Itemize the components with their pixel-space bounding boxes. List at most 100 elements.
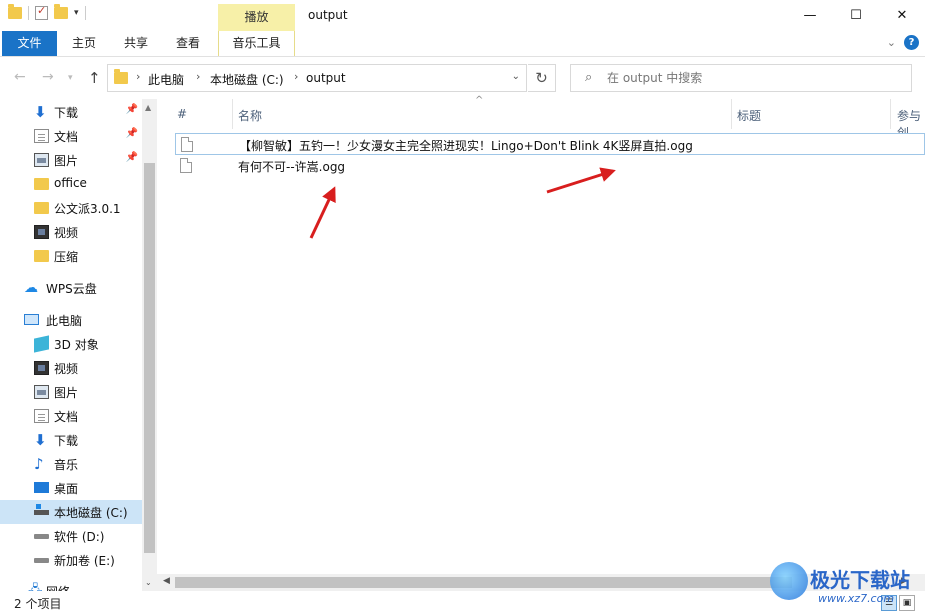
sidebar-scrollbar[interactable]: ▲ ⌄: [142, 99, 157, 591]
sidebar-item-label: 下载: [54, 106, 79, 120]
desktop-icon: [34, 482, 49, 493]
sidebar-item-label: 文档: [54, 410, 79, 424]
tab-share[interactable]: 共享: [114, 31, 158, 56]
sidebar-item-documents-pinned[interactable]: 文档 📌: [0, 124, 142, 148]
sidebar-item-network[interactable]: 🖧 网络: [0, 579, 142, 592]
toolbar-divider: [84, 6, 86, 20]
breadcrumb-local-disk-c[interactable]: 本地磁盘 (C:): [210, 71, 284, 88]
sidebar-item-label: 视频: [54, 226, 79, 240]
tab-music-tools[interactable]: 音乐工具: [218, 31, 295, 56]
sidebar-item-label: 3D 对象: [54, 338, 99, 352]
sidebar-item-3d-objects[interactable]: 3D 对象: [0, 332, 142, 356]
scroll-down-icon[interactable]: ⌄: [145, 578, 152, 587]
folder-icon: [34, 202, 49, 214]
context-tab-play: 播放: [218, 4, 295, 31]
search-box[interactable]: ⌕: [570, 64, 912, 92]
scrollbar-thumb[interactable]: [175, 577, 792, 588]
tab-view[interactable]: 查看: [166, 31, 210, 56]
sidebar-item-wps-cloud[interactable]: ☁ WPS云盘: [0, 276, 142, 300]
recent-locations-icon[interactable]: ▾: [68, 73, 73, 83]
sidebar-item-drive-d[interactable]: 软件 (D:): [0, 524, 142, 548]
sidebar-item-videos[interactable]: 视频: [0, 356, 142, 380]
sidebar-item-pictures-pinned[interactable]: 图片 📌: [0, 148, 142, 172]
navigation-bar: ← → ▾ ↑ › 此电脑 › 本地磁盘 (C:) › output ⌄ ↻ ⌕: [0, 57, 925, 99]
computer-icon: [24, 314, 39, 325]
folder-icon: [8, 4, 22, 19]
watermark: 极光下载站 www.xz7.com: [770, 560, 920, 610]
sidebar-item-label: 公文派3.0.1: [54, 202, 121, 216]
search-input[interactable]: [607, 70, 897, 86]
video-icon: [34, 361, 49, 375]
sidebar-item-office[interactable]: office: [0, 172, 142, 196]
sidebar-item-label: 桌面: [54, 482, 79, 496]
file-list-pane: # ^ 名称 标题 参与创 【柳智敏】五钓一！少女漫女主完全照进现实！Lingo…: [157, 95, 925, 591]
scroll-left-icon[interactable]: ◀: [163, 576, 170, 586]
cloud-icon: ☁: [24, 280, 38, 296]
picture-icon: [34, 385, 49, 399]
window-title: output: [308, 8, 348, 22]
breadcrumb-separator-icon[interactable]: ›: [196, 70, 200, 83]
sidebar-item-drive-e[interactable]: 新加卷 (E:): [0, 548, 142, 572]
picture-icon: [34, 153, 49, 167]
watermark-text: 极光下载站: [810, 568, 910, 592]
sidebar-item-label: 音乐: [54, 458, 79, 472]
properties-icon[interactable]: [35, 4, 48, 20]
tab-file[interactable]: 文件: [2, 31, 57, 56]
title-bar: ▾ 播放 output — ☐ ✕: [0, 0, 925, 31]
new-folder-icon[interactable]: [54, 4, 68, 19]
sidebar-item-music[interactable]: ♪ 音乐: [0, 452, 142, 476]
address-bar[interactable]: › 此电脑 › 本地磁盘 (C:) › output ⌄: [107, 64, 527, 92]
close-button[interactable]: ✕: [879, 0, 925, 31]
folder-icon: [34, 250, 49, 262]
breadcrumb-separator-icon[interactable]: ›: [136, 70, 140, 83]
sidebar-item-desktop[interactable]: 桌面: [0, 476, 142, 500]
sidebar-item-this-pc[interactable]: 此电脑: [0, 308, 142, 332]
folder-icon: [34, 178, 49, 190]
watermark-url: www.xz7.com: [818, 592, 895, 605]
sidebar-item-label: office: [54, 176, 87, 190]
sidebar-item-downloads-pinned[interactable]: ⬇ 下载 📌: [0, 100, 142, 124]
download-icon: ⬇: [34, 431, 47, 449]
watermark-logo-icon: [770, 562, 808, 600]
sidebar-item-gongwenpai[interactable]: 公文派3.0.1: [0, 196, 142, 220]
folder-icon: [114, 69, 128, 84]
maximize-button[interactable]: ☐: [833, 0, 879, 31]
document-icon: [34, 129, 49, 143]
tab-home[interactable]: 主页: [62, 31, 106, 56]
sidebar-item-documents[interactable]: 文档: [0, 404, 142, 428]
sidebar-item-downloads[interactable]: ⬇ 下载: [0, 428, 142, 452]
expand-ribbon-icon[interactable]: ⌄: [887, 36, 896, 49]
breadcrumb-output[interactable]: output: [306, 71, 346, 85]
sidebar-item-pictures[interactable]: 图片: [0, 380, 142, 404]
ribbon-right-controls: ⌄ ?: [887, 35, 919, 50]
breadcrumb-separator-icon[interactable]: ›: [294, 70, 298, 83]
customize-toolbar-icon[interactable]: ▾: [74, 8, 79, 18]
quick-access-toolbar: ▾: [8, 4, 86, 20]
music-icon: ♪: [34, 455, 44, 473]
up-arrow-icon[interactable]: ↑: [88, 69, 101, 87]
scrollbar-thumb[interactable]: [144, 163, 155, 553]
sidebar-item-label: WPS云盘: [46, 282, 97, 296]
sidebar-item-label: 视频: [54, 362, 79, 376]
sidebar-item-local-disk-c[interactable]: 本地磁盘 (C:): [0, 500, 142, 524]
help-icon[interactable]: ?: [904, 35, 919, 50]
annotation-arrow-up: [309, 186, 336, 239]
refresh-button[interactable]: ↻: [528, 64, 556, 92]
breadcrumb-this-pc[interactable]: 此电脑: [148, 71, 184, 88]
network-icon: 🖧: [28, 583, 43, 592]
back-arrow-icon[interactable]: ←: [14, 69, 26, 85]
drive-icon: [34, 558, 49, 563]
pin-icon[interactable]: 📌: [126, 152, 138, 163]
sidebar-item-videos-quick[interactable]: 视频: [0, 220, 142, 244]
pin-icon[interactable]: 📌: [126, 128, 138, 139]
sidebar-item-compress[interactable]: 压缩: [0, 244, 142, 268]
search-icon: ⌕: [585, 70, 593, 85]
sidebar-item-label: 图片: [54, 386, 79, 400]
address-history-chevron-icon[interactable]: ⌄: [512, 71, 520, 82]
sidebar-item-label: 此电脑: [46, 314, 83, 328]
minimize-button[interactable]: —: [787, 0, 833, 31]
sidebar-item-label: 网络: [46, 583, 70, 591]
forward-arrow-icon[interactable]: →: [42, 69, 54, 85]
scroll-up-icon[interactable]: ▲: [145, 103, 151, 112]
pin-icon[interactable]: 📌: [126, 104, 138, 115]
